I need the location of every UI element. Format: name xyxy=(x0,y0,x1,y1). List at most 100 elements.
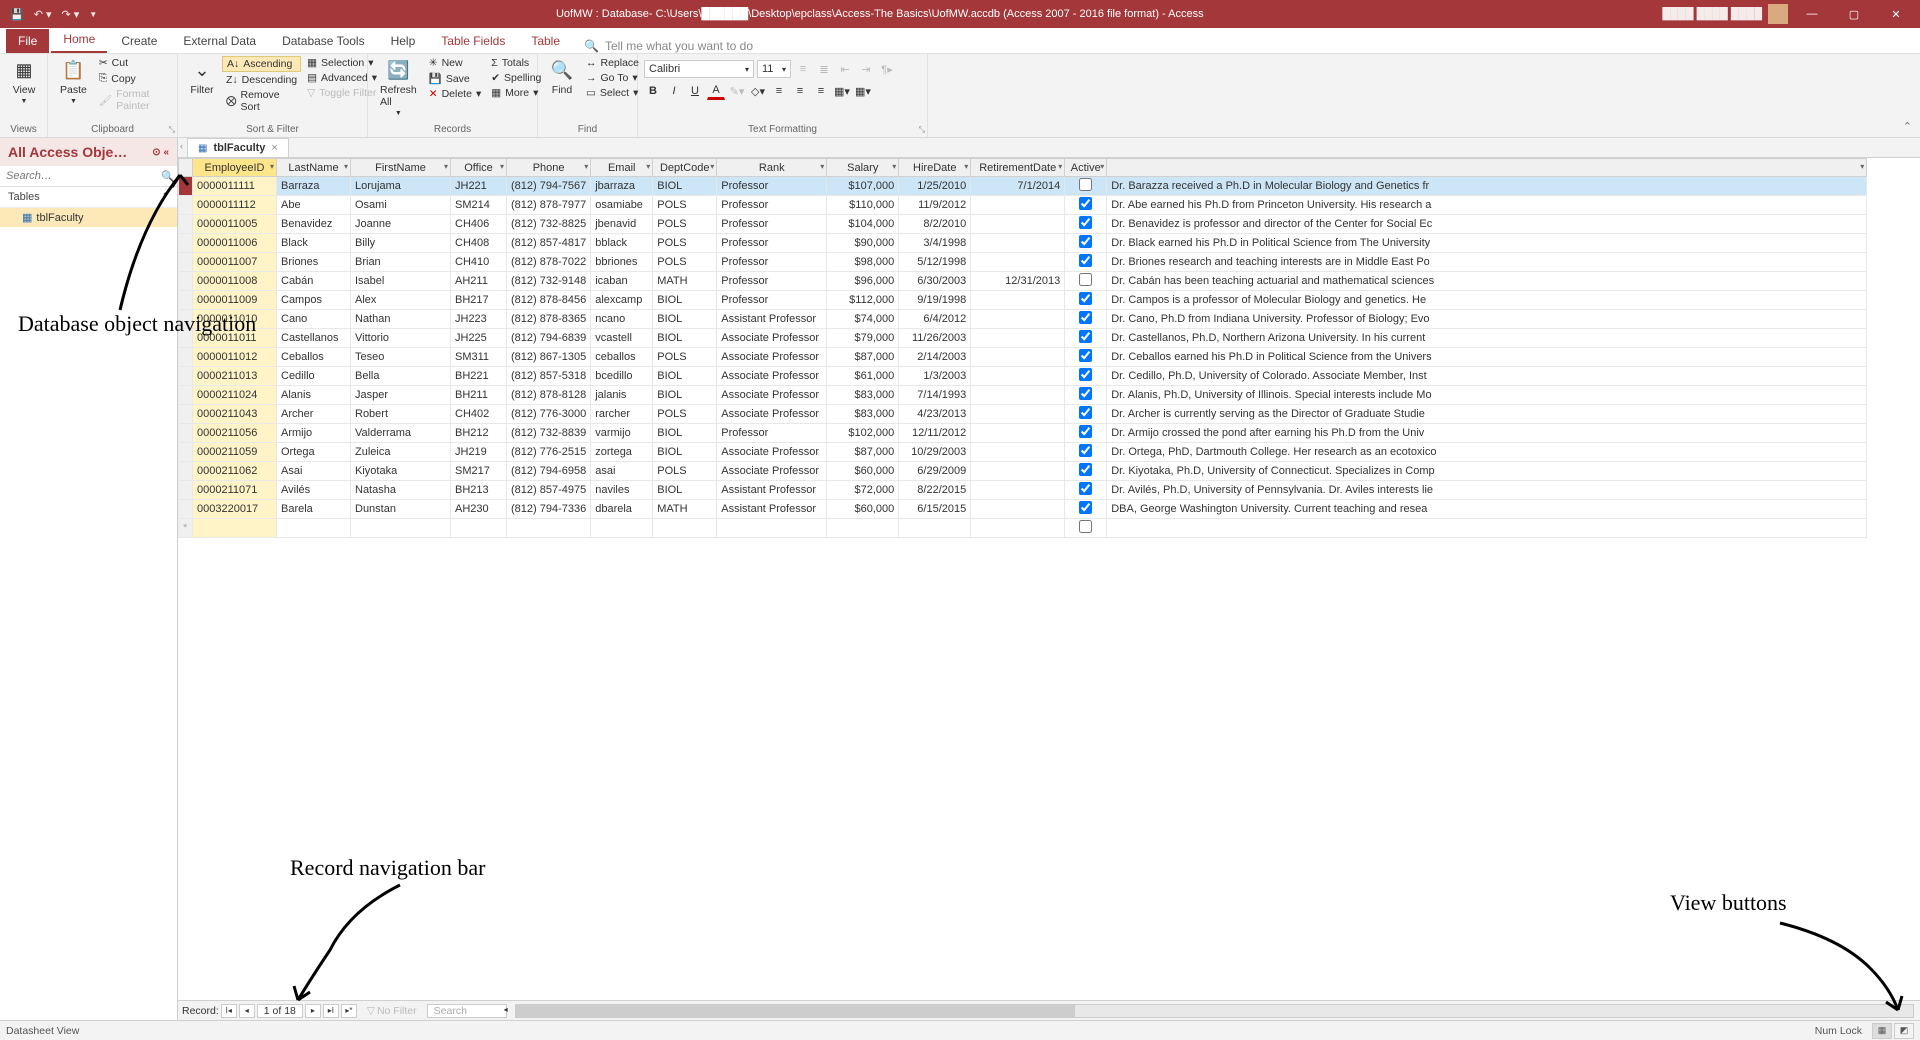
cell[interactable]: Barraza xyxy=(277,177,351,196)
cell[interactable] xyxy=(971,386,1065,405)
cell[interactable]: 11/9/2012 xyxy=(899,196,971,215)
cell[interactable] xyxy=(1065,272,1107,291)
cell[interactable] xyxy=(971,196,1065,215)
cell[interactable]: CH410 xyxy=(451,253,507,272)
column-dropdown-icon[interactable]: ▾ xyxy=(710,162,714,171)
cell[interactable]: (812) 878-7022 xyxy=(507,253,591,272)
column-dropdown-icon[interactable]: ▾ xyxy=(344,162,348,171)
cell[interactable]: Professor xyxy=(717,196,827,215)
goto-button[interactable]: →Go To ▾ xyxy=(582,71,643,85)
cell[interactable]: Associate Professor xyxy=(717,386,827,405)
cell[interactable]: $112,000 xyxy=(827,291,899,310)
cell[interactable]: Avilés xyxy=(277,481,351,500)
cell[interactable] xyxy=(1107,519,1867,538)
clipboard-launcher-icon[interactable]: ⤡ xyxy=(169,125,175,135)
cell[interactable]: POLS xyxy=(653,234,717,253)
cell[interactable]: (812) 776-2515 xyxy=(507,443,591,462)
cell[interactable]: naviles xyxy=(591,481,653,500)
cell[interactable]: 3/4/1998 xyxy=(899,234,971,253)
cell[interactable]: Dr. Archer is currently serving as the D… xyxy=(1107,405,1867,424)
cell[interactable]: SM214 xyxy=(451,196,507,215)
active-checkbox[interactable] xyxy=(1079,178,1092,191)
active-checkbox[interactable] xyxy=(1079,292,1092,305)
row-selector[interactable] xyxy=(179,500,193,519)
cell[interactable]: Cedillo xyxy=(277,367,351,386)
cell[interactable]: 5/12/1998 xyxy=(899,253,971,272)
cell[interactable]: 0000211024 xyxy=(193,386,277,405)
cell[interactable]: Associate Professor xyxy=(717,348,827,367)
datasheet-grid[interactable]: EmployeeID▾LastName▾FirstName▾Office▾Pho… xyxy=(178,158,1920,1000)
cell[interactable]: 0000011111 xyxy=(193,177,277,196)
cell[interactable]: Ceballos xyxy=(277,348,351,367)
column-dropdown-icon[interactable]: ▾ xyxy=(892,162,896,171)
column-header[interactable]: Email▾ xyxy=(591,159,653,177)
cell[interactable]: 12/11/2012 xyxy=(899,424,971,443)
cell[interactable]: 0000011008 xyxy=(193,272,277,291)
cell[interactable]: jbenavid xyxy=(591,215,653,234)
cell[interactable]: zortega xyxy=(591,443,653,462)
cell[interactable]: bblack xyxy=(591,234,653,253)
column-header[interactable]: Salary▾ xyxy=(827,159,899,177)
nav-collapse-icon[interactable]: ‹ xyxy=(178,138,185,157)
cell[interactable] xyxy=(1065,291,1107,310)
cell[interactable]: BIOL xyxy=(653,177,717,196)
cell[interactable]: JH221 xyxy=(451,177,507,196)
cell[interactable]: dbarela xyxy=(591,500,653,519)
collapse-ribbon-icon[interactable]: ⌃ xyxy=(1903,120,1912,133)
active-checkbox[interactable] xyxy=(1079,501,1092,514)
nav-pane-header[interactable]: All Access Obje… ⊙ « xyxy=(0,138,177,166)
row-selector[interactable] xyxy=(179,348,193,367)
redo-icon[interactable]: ↷ ▾ xyxy=(62,8,80,21)
cell[interactable]: (812) 878-8456 xyxy=(507,291,591,310)
italic-button[interactable]: I xyxy=(665,82,683,100)
cell[interactable]: Nathan xyxy=(351,310,451,329)
cell[interactable] xyxy=(1065,310,1107,329)
column-dropdown-icon[interactable]: ▾ xyxy=(270,162,274,171)
cell[interactable]: Professor xyxy=(717,272,827,291)
cell[interactable] xyxy=(971,215,1065,234)
indent-dec-icon[interactable]: ⇤ xyxy=(836,60,854,78)
cell[interactable] xyxy=(971,291,1065,310)
cell[interactable]: Abe xyxy=(277,196,351,215)
prev-record-button[interactable]: ◂ xyxy=(239,1004,255,1018)
view-button[interactable]: ▦ View ▼ xyxy=(6,56,42,107)
cell[interactable]: Professor xyxy=(717,424,827,443)
column-dropdown-icon[interactable]: ▾ xyxy=(444,162,448,171)
column-header[interactable]: Rank▾ xyxy=(717,159,827,177)
search-icon[interactable]: 🔍 xyxy=(155,170,181,183)
cell[interactable]: $60,000 xyxy=(827,500,899,519)
cell[interactable]: Dr. Ortega, PhD, Dartmouth College. Her … xyxy=(1107,443,1867,462)
cell[interactable]: Jasper xyxy=(351,386,451,405)
cell[interactable]: $98,000 xyxy=(827,253,899,272)
cell[interactable]: Campos xyxy=(277,291,351,310)
cell[interactable]: Cabán xyxy=(277,272,351,291)
cell[interactable]: 1/25/2010 xyxy=(899,177,971,196)
cell[interactable]: $96,000 xyxy=(827,272,899,291)
active-checkbox[interactable] xyxy=(1079,444,1092,457)
cell[interactable]: POLS xyxy=(653,405,717,424)
active-checkbox[interactable] xyxy=(1079,216,1092,229)
cell[interactable]: 0000011112 xyxy=(193,196,277,215)
remove-sort-button[interactable]: ⨂Remove Sort xyxy=(222,88,301,114)
cell[interactable]: 0000011010 xyxy=(193,310,277,329)
cell[interactable]: 0000011011 xyxy=(193,329,277,348)
save-icon[interactable]: 💾 xyxy=(10,8,24,21)
tab-external-data[interactable]: External Data xyxy=(171,29,268,53)
cell[interactable]: Kiyotaka xyxy=(351,462,451,481)
cell[interactable]: (812) 732-9148 xyxy=(507,272,591,291)
cell[interactable]: bbriones xyxy=(591,253,653,272)
cell[interactable]: 0000011012 xyxy=(193,348,277,367)
new-record-button[interactable]: ▸* xyxy=(341,1004,357,1018)
cell[interactable]: Robert xyxy=(351,405,451,424)
row-selector[interactable] xyxy=(179,386,193,405)
cell[interactable]: ncano xyxy=(591,310,653,329)
cell[interactable]: 9/19/1998 xyxy=(899,291,971,310)
cell[interactable] xyxy=(971,462,1065,481)
copy-button[interactable]: ⎘Copy xyxy=(95,71,171,86)
active-checkbox[interactable] xyxy=(1079,349,1092,362)
cell[interactable]: 0003220017 xyxy=(193,500,277,519)
cell[interactable]: Professor xyxy=(717,215,827,234)
cell[interactable]: $87,000 xyxy=(827,348,899,367)
cell[interactable]: (812) 794-7567 xyxy=(507,177,591,196)
cell[interactable]: BIOL xyxy=(653,329,717,348)
